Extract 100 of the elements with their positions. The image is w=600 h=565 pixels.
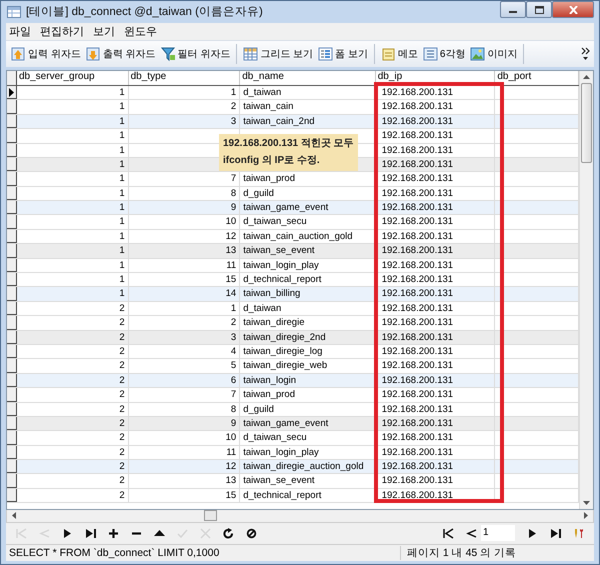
table-cell: taiwan_cain_auction_gold [240, 230, 376, 244]
table-row[interactable]: 2 3 taiwan_diregie_2nd 192.168.200.131 [7, 330, 580, 345]
table-row[interactable]: 2 7 taiwan_prod 192.168.200.131 [7, 388, 580, 403]
column-header[interactable]: db_name [240, 70, 376, 85]
table-row[interactable]: 2 4 taiwan_diregie_log 192.168.200.131 [7, 344, 580, 360]
note-text: 192.168.200.131 적힌곳 모두 [223, 136, 354, 151]
table-row[interactable]: 2 11 taiwan_login_play 192.168.200.131 [7, 446, 580, 460]
table-cell: 12 [128, 460, 240, 474]
table-cell: 9 [128, 201, 240, 214]
table-cell: 15 [128, 488, 240, 502]
table-cell: 10 [128, 431, 240, 445]
table-cell: 2 [17, 446, 129, 460]
menu-item[interactable]: 편집하기 [40, 24, 84, 39]
table-cell: 7 [128, 388, 240, 402]
table-cell: 1 [17, 114, 129, 128]
toolbar-button[interactable]: 6각형 [422, 45, 466, 64]
table-row[interactable]: 2 5 taiwan_diregie_web 192.168.200.131 [7, 359, 580, 374]
menu-item[interactable]: 파일 [9, 24, 31, 39]
table-row[interactable]: 2 6 taiwan_login 192.168.200.131 [7, 374, 580, 388]
table-row[interactable]: 1 10 d_taiwan_secu 192.168.200.131 [7, 215, 580, 230]
table-cell: 192.168.200.131 [376, 374, 496, 388]
table-cell: 192.168.200.131 [376, 431, 496, 445]
table-cell: 2 [17, 344, 129, 358]
table-cell: 192.168.200.131 [376, 186, 496, 200]
table-cell: 192.168.200.131 [376, 316, 496, 330]
table-cell: 2 [17, 302, 129, 316]
table-cell: 2 [17, 460, 129, 474]
table-row[interactable]: 1 11 taiwan_login_play 192.168.200.131 [7, 258, 580, 274]
table-row[interactable]: 1 15 d_technical_report 192.168.200.131 [7, 273, 580, 288]
table-row[interactable]: 2 1 d_taiwan 192.168.200.131 [7, 302, 580, 316]
table-cell: d_technical_report [240, 273, 376, 286]
table-cell: 1 [17, 244, 129, 258]
table-cell: 13 [128, 244, 240, 258]
table-row[interactable]: 1 8 d_guild 192.168.200.131 [7, 186, 580, 202]
table-cell: 2 [17, 416, 129, 430]
table-row[interactable]: 2 10 d_taiwan_secu 192.168.200.131 [7, 431, 580, 446]
table-cell: 1 [17, 287, 129, 301]
toolbar-button[interactable]: 메모 [380, 45, 419, 64]
table-row[interactable]: 1 9 taiwan_game_event 192.168.200.131 [7, 201, 580, 216]
table-cell: 11 [128, 258, 240, 272]
table-cell: 192.168.200.131 [376, 144, 496, 157]
toolbar-button[interactable]: 필터 위자드 [160, 45, 232, 64]
column-header[interactable]: db_type [128, 70, 240, 85]
toolbar-button[interactable]: 출력 위자드 [84, 45, 157, 64]
table-row[interactable]: 1 14 taiwan_billing 192.168.200.131 [7, 287, 580, 302]
column-header[interactable]: db_server_group [17, 70, 129, 85]
table-row[interactable]: 2 8 d_guild 192.168.200.131 [7, 402, 580, 417]
table-cell: 192.168.200.131 [376, 460, 496, 474]
table-cell: 2 [128, 100, 240, 114]
table-cell: 2 [17, 316, 129, 330]
table-row[interactable]: 1 2 taiwan_cain 192.168.200.131 [7, 100, 580, 115]
table-cell: 192.168.200.131 [376, 258, 496, 272]
table-cell: 12 [128, 230, 240, 244]
table-cell: d_guild [240, 186, 376, 200]
column-header[interactable]: db_port [495, 70, 580, 85]
table-cell: 192.168.200.131 [376, 114, 496, 128]
table-row[interactable]: 1 13 taiwan_se_event 192.168.200.131 [7, 244, 580, 259]
table-cell: 192.168.200.131 [376, 330, 496, 344]
table-cell: 10 [128, 215, 240, 229]
table-cell: 1 [17, 215, 129, 229]
table-row[interactable]: 2 9 taiwan_game_event 192.168.200.131 [7, 416, 580, 432]
table-cell: taiwan_prod [240, 172, 376, 186]
table-row[interactable]: 2 2 taiwan_diregie 192.168.200.131 [7, 316, 580, 331]
table-cell: 192.168.200.131 [376, 474, 496, 488]
table-cell: 192.168.200.131 [376, 201, 496, 214]
table-cell: 1 [17, 186, 129, 200]
table-cell: 1 [17, 158, 129, 172]
table-cell: 2 [17, 488, 129, 502]
table-cell: 1 [17, 230, 129, 244]
table-cell: taiwan_diregie_2nd [240, 330, 376, 344]
table-cell: taiwan_game_event [240, 201, 376, 214]
table-cell: 192.168.200.131 [376, 230, 496, 244]
table-cell: 192.168.200.131 [376, 86, 496, 100]
table-row[interactable]: 2 13 taiwan_se_event 192.168.200.131 [7, 474, 580, 489]
table-cell: 2 [17, 374, 129, 388]
menu-item[interactable]: 윈도우 [124, 24, 157, 39]
menu-item[interactable]: 보기 [93, 24, 115, 39]
note-text: ifconfig 의 IP로 수정. [223, 154, 321, 168]
table-cell: 2 [17, 474, 129, 488]
table-row[interactable]: 1 7 taiwan_prod 192.168.200.131 [7, 172, 580, 187]
table-cell: d_taiwan_secu [240, 431, 376, 445]
table-cell: 1 [17, 201, 129, 214]
table-row[interactable]: 1 12 taiwan_cain_auction_gold 192.168.200.131 [7, 230, 580, 244]
table-cell: 192.168.200.131 [376, 359, 496, 373]
table-cell: taiwan_game_event [240, 416, 376, 430]
table-cell: 192.168.200.131 [376, 244, 496, 258]
table-row[interactable]: 1 3 taiwan_cain_2nd 192.168.200.131 [7, 114, 580, 130]
record-count: 페이지 1 내 45 의 기록 [400, 546, 594, 560]
toolbar-button[interactable]: 폼 보기 [317, 45, 369, 64]
toolbar-button[interactable]: 그리드 보기 [242, 45, 314, 64]
table-row[interactable]: 2 12 taiwan_diregie_auction_gold 192.168.200.131 [7, 460, 580, 474]
table-cell: 2 [17, 359, 129, 373]
table-cell: 1 [128, 86, 240, 100]
toolbar-button[interactable]: 입력 위자드 [10, 45, 82, 64]
toolbar-button[interactable]: 이미지 [469, 45, 518, 64]
table-row[interactable]: 1 1 d_taiwan 192.168.200.131 [7, 86, 580, 100]
table-cell: 2 [128, 316, 240, 330]
table-cell: 2 [17, 330, 129, 344]
table-cell: 192.168.200.131 [376, 287, 496, 301]
page-number-field[interactable]: 1 [481, 525, 515, 542]
